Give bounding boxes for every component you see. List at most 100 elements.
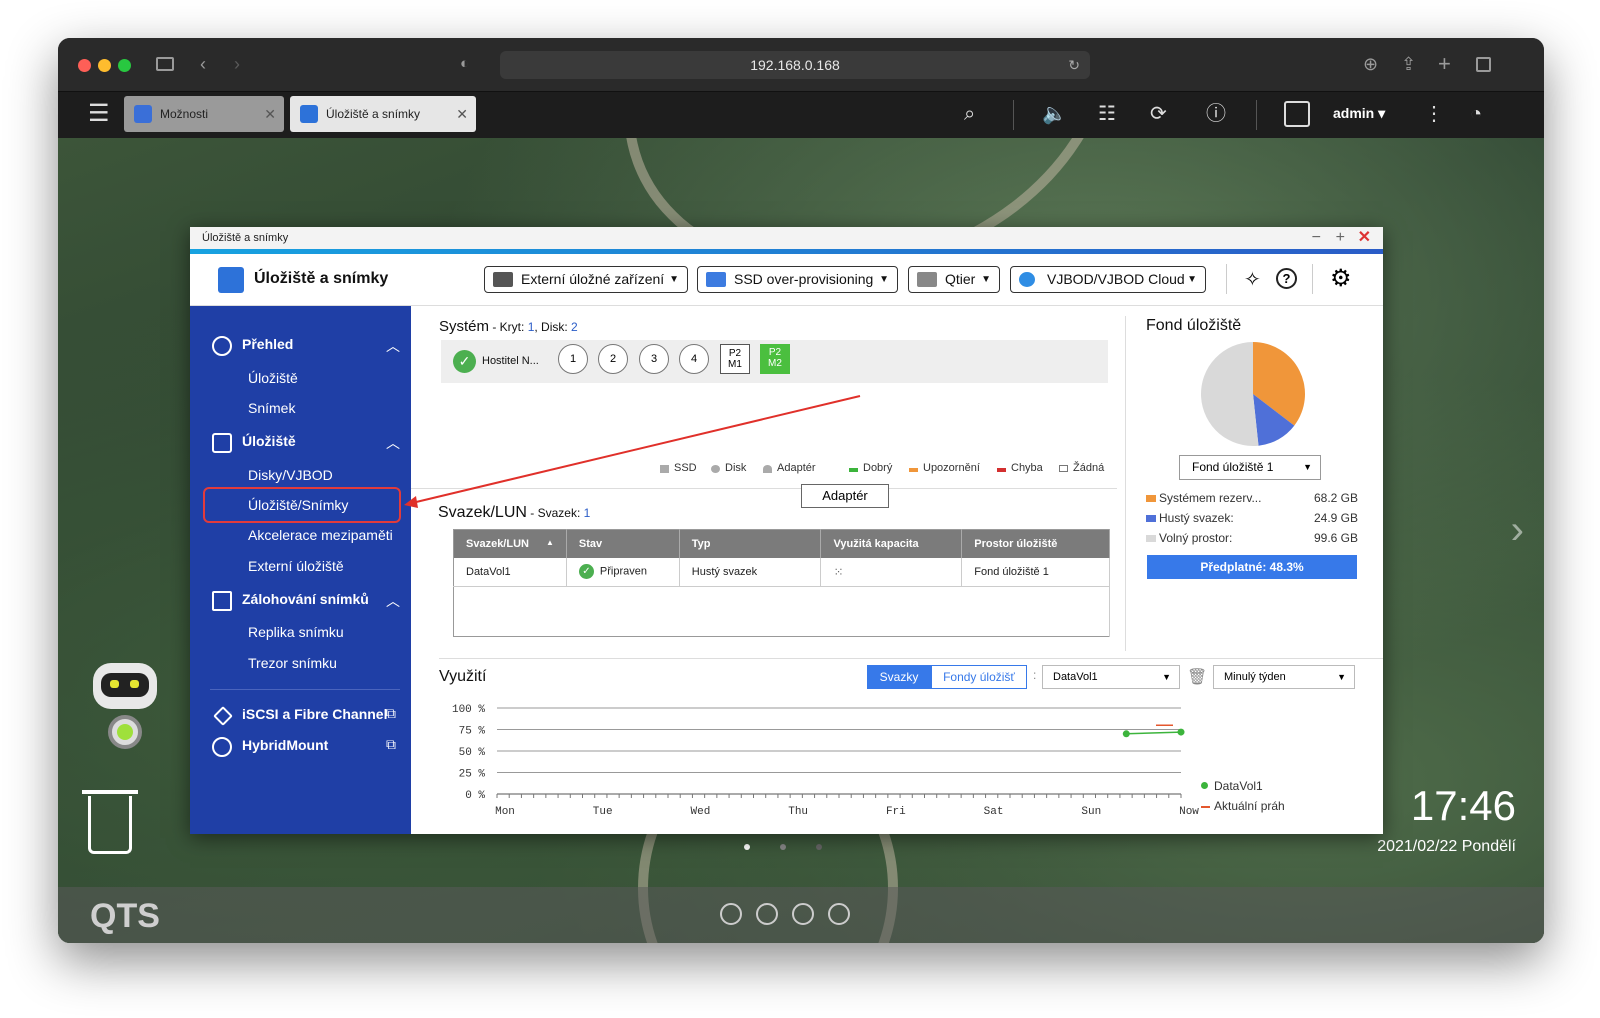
column-header-volume[interactable]: Svazek/LUN ▲ [453,529,567,558]
external-storage-dropdown[interactable]: Externí úložné zařízení ▼ [484,266,688,293]
help-icon[interactable]: ? [1276,268,1297,289]
robot-assistant[interactable] [88,663,163,758]
close-tab-icon[interactable]: ✕ [456,96,468,132]
back-icon[interactable]: ‹ [200,54,206,74]
tab-storage-snapshots[interactable]: Úložiště a snímky ✕ [290,96,476,132]
period-select[interactable]: Minulý týden ▼ [1213,665,1355,689]
address-bar[interactable]: 192.168.0.168 ↻ [500,51,1090,79]
disk-bay-2[interactable]: 2 [598,344,628,374]
external-link-icon[interactable]: ⧉ [386,736,396,753]
qtier-dropdown[interactable]: Qtier ▼ [908,266,1000,293]
tab-volumes[interactable]: Svazky [867,665,931,689]
sidebar-item-replica[interactable]: Replika snímku [248,624,344,640]
disk-bay-3[interactable]: 3 [639,344,669,374]
volume-select[interactable]: DataVol1 ▼ [1042,665,1180,689]
page-dot[interactable] [816,844,822,850]
minimize-icon[interactable]: − [1312,227,1321,249]
page-dot[interactable] [744,844,750,850]
sidebar-item-iscsi[interactable]: iSCSI a Fibre Channel [213,706,387,726]
new-tab-icon[interactable]: + [1438,53,1451,75]
collapse-icon[interactable]: ︿ [386,336,400,356]
dashboard-icon[interactable]: ◔ [1470,102,1482,126]
legend-datavol1: DataVol1 [1201,779,1263,793]
sidebar-item-snapshot[interactable]: Snímek [248,400,295,416]
dock-app-icon[interactable] [720,903,742,925]
tab-overview-icon[interactable] [1476,57,1491,72]
usage-line-chart: 100 % 75 % 50 % 25 % 0 % Mon Tue Wed Thu Fri Sat Su… [452,704,1199,818]
search-icon[interactable]: ⌕ [964,102,975,126]
ssd-overprovisioning-dropdown[interactable]: SSD over-provisioning ▼ [697,266,898,293]
pool-select[interactable]: Fond úložiště 1 ▼ [1179,455,1321,480]
m2-slot-1[interactable]: P2 M1 [720,344,750,374]
desktop-date: 2021/02/22 Pondělí [1377,838,1516,855]
reload-icon[interactable]: ↻ [1068,51,1080,79]
trash-icon[interactable] [88,796,132,854]
collapse-icon[interactable]: ︿ [386,591,400,611]
browser-titlebar: ‹ › ◐ 192.168.0.168 ↻ ⊕ ⇪ + [58,38,1544,92]
sidebar-item-disks[interactable]: Disky/VJBOD [248,467,333,483]
usage-title: Využití [439,668,487,685]
close-icon[interactable]: ✕ [1358,227,1371,249]
page-dot[interactable] [780,844,786,850]
pool-select-label: Fond úložiště 1 [1192,460,1274,474]
next-page-icon[interactable]: › [1511,508,1524,553]
shield-icon[interactable]: ◐ [460,54,469,74]
sidebar-item-backup[interactable]: Zálohování snímků [212,591,369,611]
tab-options[interactable]: Možnosti ✕ [124,96,284,132]
host-label[interactable]: Hostitel N... [482,355,539,367]
dock-book-icon[interactable] [792,903,814,925]
x-tick-label: Now [1179,806,1199,818]
column-header-capacity[interactable]: Využitá kapacita [820,529,963,558]
minimize-window-button[interactable] [98,59,111,72]
dropdown-label: VJBOD/VJBOD Cloud [1047,271,1185,287]
user-avatar-icon[interactable] [1284,101,1310,127]
external-link-icon[interactable]: ⧉ [386,705,396,722]
m2-slot-2[interactable]: P2 M2 [760,344,790,374]
sidebar-item-storage-snapshots[interactable]: Úložiště/Snímky [248,497,348,513]
download-icon[interactable]: ⊕ [1363,54,1378,74]
column-header-pool[interactable]: Prostor úložiště [961,529,1110,558]
volume-icon[interactable]: 🔈 [1042,102,1067,126]
datavol1-point [1177,728,1185,736]
more-icon[interactable]: ⋮ [1424,102,1444,126]
legend-label: DataVol1 [1214,779,1263,793]
dock-edit-icon[interactable] [828,903,850,925]
share-icon[interactable]: ⇪ [1401,54,1416,74]
sidebar-item-external[interactable]: Externí úložiště [248,558,344,574]
sidebar-item-overview[interactable]: Přehled [212,336,293,356]
tools-icon[interactable]: ✧ [1244,267,1261,292]
check-icon: ✓ [578,564,594,580]
database-icon [212,433,232,453]
x-tick-label: Sat [984,806,1004,818]
dock-tools-icon[interactable] [756,903,778,925]
sidebar-toggle-icon[interactable] [156,57,174,71]
zoom-window-button[interactable] [118,59,131,72]
tasks-icon[interactable]: ☷ [1098,102,1116,126]
sidebar-item-vault[interactable]: Trezor snímku [248,655,337,671]
close-tab-icon[interactable]: ✕ [264,96,276,132]
sidebar-item-cache[interactable]: Akcelerace mezipaměti [248,527,393,543]
sidebar-item-storage[interactable]: Úložiště [212,433,296,453]
close-window-button[interactable] [78,59,91,72]
column-header-type[interactable]: Typ [679,529,822,558]
table-row[interactable]: DataVol1 ✓ Připraven Hustý svazek ⁙ Fond … [453,557,1110,587]
sync-icon[interactable]: ⟳ [1150,102,1167,126]
pool-title: Fond úložiště [1146,317,1242,334]
disk-bay-1[interactable]: 1 [558,344,588,374]
external-drive-icon [493,272,513,287]
sidebar-item-storage-sub[interactable]: Úložiště [248,370,298,386]
disk-bay-4[interactable]: 4 [679,344,709,374]
tab-pools[interactable]: Fondy úložišť [931,665,1027,689]
maximize-icon[interactable]: + [1336,227,1345,249]
forward-icon[interactable]: › [234,54,240,74]
sidebar-item-hybridmount[interactable]: HybridMount [212,737,328,757]
menu-icon[interactable]: ☰ [88,102,110,126]
header-label: Svazek/LUN [466,537,529,550]
settings-gear-icon[interactable]: ⚙ [1330,264,1352,293]
info-icon[interactable]: ⓘ [1206,102,1226,126]
delete-icon[interactable]: 🗑 [1187,667,1207,687]
user-menu[interactable]: admin ▾ [1333,105,1385,122]
vjbod-dropdown[interactable]: VJBOD/VJBOD Cloud ▼ [1010,266,1206,293]
system-section-title: Systém - Kryt: 1, Disk: 2 [439,318,578,335]
column-header-status[interactable]: Stav [566,529,680,558]
